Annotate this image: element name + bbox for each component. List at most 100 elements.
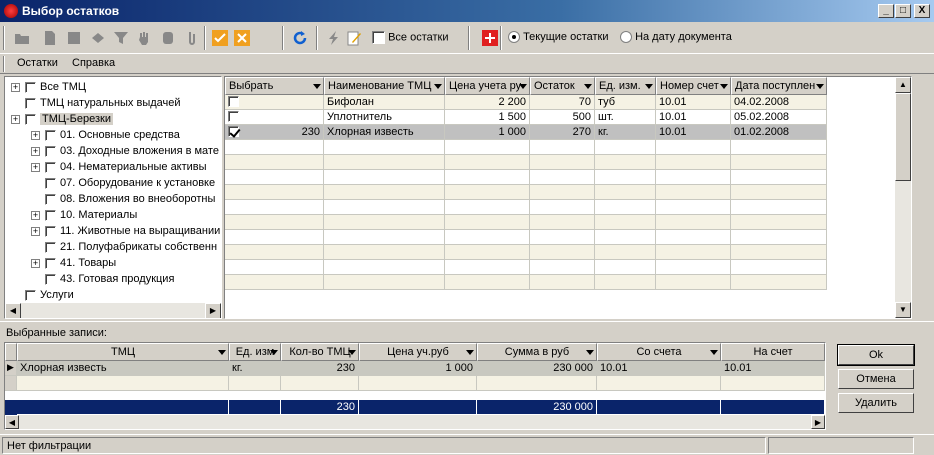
expand-toggle[interactable]: + [11, 83, 20, 92]
sort-arrow-icon[interactable] [586, 350, 594, 355]
tree-node-checkbox[interactable] [25, 289, 36, 301]
tree-node[interactable]: 07. Оборудование к установке [45, 175, 215, 191]
scroll-left-button[interactable]: ◀ [5, 303, 21, 318]
tree-node[interactable]: 01. Основные средства [45, 127, 180, 143]
tree-node[interactable]: 21. Полуфабрикаты собственн [45, 239, 217, 255]
select-checkbox[interactable] [228, 126, 239, 137]
grid-header[interactable]: Дата поступлен [731, 77, 827, 95]
tree-node-checkbox[interactable] [25, 97, 36, 109]
check-all-icon[interactable] [212, 30, 228, 46]
selected-grid-header[interactable]: Со счета [597, 343, 721, 361]
table-row[interactable] [225, 260, 827, 275]
tree-node[interactable]: ТМЦ-Березки [25, 111, 114, 127]
tree-node[interactable]: 03. Доходные вложения в мате [45, 143, 219, 159]
filter-icon[interactable] [113, 30, 129, 46]
all-remainders-checkbox[interactable]: Все остатки [372, 31, 448, 44]
tree-node-checkbox[interactable] [45, 225, 56, 237]
selected-records-grid[interactable]: ТМЦ Ед. изм Кол-во ТМЦ Цена уч.руб Сумма в р… [4, 342, 826, 430]
tree-node[interactable]: Услуги [25, 287, 74, 303]
close-button[interactable]: X [914, 4, 930, 18]
selected-row[interactable]: ▶ Хлорная известь кг. 230 1 000 230 000 10.01 1… [5, 361, 825, 376]
cut-icon[interactable] [90, 30, 106, 46]
table-row[interactable] [225, 275, 827, 290]
menu-help[interactable]: Справка [72, 57, 115, 69]
edit-document-icon[interactable] [346, 30, 362, 46]
sort-arrow-icon[interactable] [584, 84, 592, 89]
scroll-right-button[interactable]: ▶ [205, 303, 221, 318]
sort-arrow-icon[interactable] [466, 350, 474, 355]
tree-node-checkbox[interactable] [45, 241, 56, 253]
selected-grid-header[interactable]: На счет [721, 343, 825, 361]
table-row[interactable] [225, 215, 827, 230]
lightning-icon[interactable] [326, 30, 342, 46]
sort-arrow-icon[interactable] [270, 350, 278, 355]
on-date-radio[interactable]: На дату документа [620, 31, 732, 44]
expand-toggle[interactable]: + [31, 131, 40, 140]
table-row[interactable]: Уплотнитель 1 500 500 шт. 10.01 05.02.2008 [225, 110, 827, 125]
delete-button[interactable]: Удалить [838, 393, 914, 413]
ok-button[interactable]: Ok [837, 344, 915, 366]
table-row[interactable]: Бифолан 2 200 70 туб 10.01 04.02.2008 [225, 95, 827, 110]
quantity-value[interactable]: 230 [302, 126, 320, 138]
database-icon[interactable] [160, 30, 176, 46]
tree-node[interactable]: 11. Животные на выращивании [45, 223, 220, 239]
sort-arrow-icon[interactable] [720, 84, 728, 89]
grid-header[interactable]: Ед. изм. [595, 77, 656, 95]
table-row[interactable] [225, 140, 827, 155]
bottom-hscrollbar[interactable] [5, 415, 825, 429]
grid-header[interactable]: Цена учета ру [445, 77, 530, 95]
sort-arrow-icon[interactable] [710, 350, 718, 355]
tree-node-checkbox[interactable] [45, 145, 56, 157]
sort-arrow-icon[interactable] [645, 84, 653, 89]
sort-arrow-icon[interactable] [313, 84, 321, 89]
tree-node[interactable]: Все ТМЦ [25, 79, 86, 95]
tree-node[interactable]: ТМЦ натуральных выдачей [25, 95, 181, 111]
table-row[interactable]: 230 Хлорная известь 1 000 270 кг. 10.01 01.02.… [225, 125, 827, 140]
sort-arrow-icon[interactable] [348, 350, 356, 355]
add-icon[interactable] [482, 30, 498, 46]
scroll-down-button[interactable]: ▼ [895, 302, 911, 318]
tree-node[interactable]: 04. Нематериальные активы [45, 159, 207, 175]
open-folder-icon[interactable] [14, 30, 30, 46]
sort-arrow-icon[interactable] [218, 350, 226, 355]
tree-node-checkbox[interactable] [45, 193, 56, 205]
selected-grid-header[interactable]: Ед. изм [229, 343, 281, 361]
tree-node-checkbox[interactable] [45, 161, 56, 173]
tree-node[interactable]: 43. Готовая продукция [45, 271, 174, 287]
tree-node-checkbox[interactable] [25, 81, 36, 93]
minimize-button[interactable]: _ [878, 4, 894, 18]
sort-arrow-icon[interactable] [519, 84, 527, 89]
expand-toggle[interactable]: + [31, 227, 40, 236]
select-checkbox[interactable] [228, 96, 239, 107]
cancel-button[interactable]: Отмена [838, 369, 914, 389]
splitter[interactable] [0, 321, 934, 322]
scroll-thumb[interactable] [895, 93, 911, 181]
scroll-up-button[interactable]: ▲ [895, 77, 911, 93]
table-row[interactable] [225, 170, 827, 185]
refresh-icon[interactable] [292, 30, 308, 46]
remainders-grid[interactable]: Выбрать Наименование ТМЦ Цена учета ру Оста… [224, 76, 912, 319]
scroll-left-button[interactable]: ◀ [5, 415, 19, 429]
tree-scrollbar[interactable] [5, 303, 221, 318]
tree-node[interactable]: 41. Товары [45, 255, 116, 271]
selected-row[interactable] [5, 376, 825, 391]
menu-remainders[interactable]: Остатки [17, 57, 58, 69]
tree-node-checkbox[interactable] [45, 273, 56, 285]
tree-node-checkbox[interactable] [45, 129, 56, 141]
grid-header[interactable]: Остаток [530, 77, 595, 95]
table-row[interactable] [225, 185, 827, 200]
table-row[interactable] [225, 245, 827, 260]
tree-node[interactable]: 10. Материалы [45, 207, 137, 223]
expand-toggle[interactable]: + [31, 147, 40, 156]
maximize-button[interactable]: □ [895, 4, 911, 18]
tree-node-checkbox[interactable] [45, 209, 56, 221]
document-icon[interactable] [42, 30, 58, 46]
expand-toggle[interactable]: + [31, 259, 40, 268]
grid-header[interactable]: Номер счет [656, 77, 731, 95]
hand-icon[interactable] [136, 30, 152, 46]
table-row[interactable] [225, 155, 827, 170]
tree-node-checkbox[interactable] [45, 177, 56, 189]
paperclip-icon[interactable] [184, 30, 200, 46]
grid-header[interactable]: Выбрать [225, 77, 324, 95]
expand-toggle[interactable]: + [31, 163, 40, 172]
